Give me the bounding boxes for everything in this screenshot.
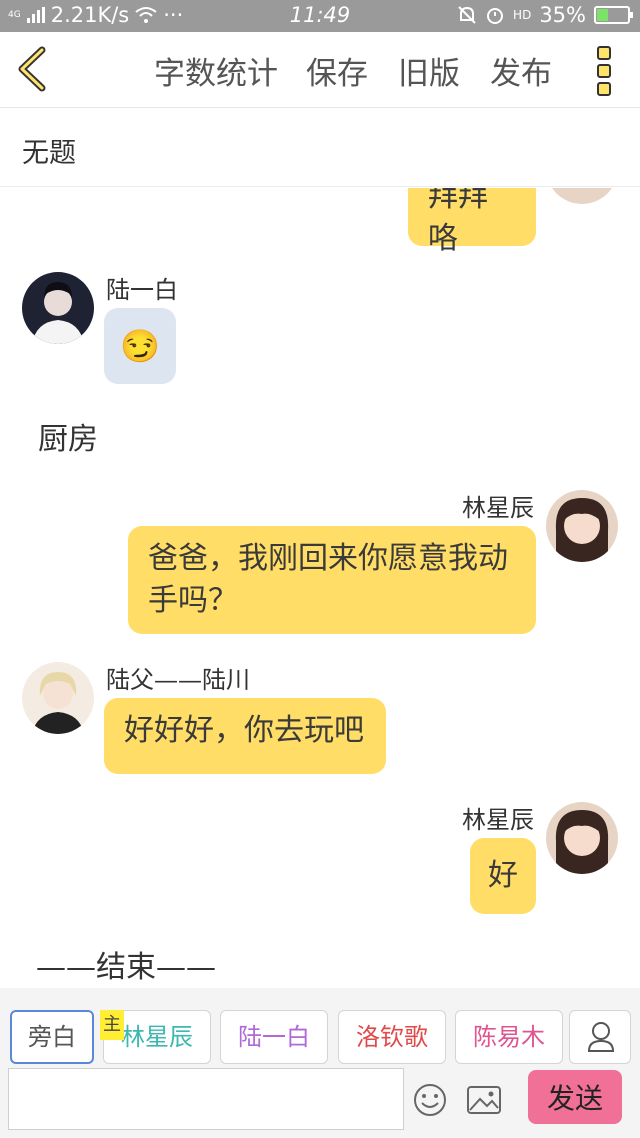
message-bubble[interactable]: 拜拜咯 bbox=[408, 188, 536, 256]
message-bubble[interactable]: 😏 bbox=[104, 308, 176, 384]
status-right: HD 35% bbox=[457, 3, 633, 27]
status-bar: 4G 2.21K/s ··· 11:49 HD 35% bbox=[0, 0, 640, 32]
speaker-name: 陆一白 bbox=[106, 276, 178, 304]
message-input[interactable] bbox=[8, 1068, 404, 1130]
avatar-lin-xingchen[interactable] bbox=[546, 802, 618, 874]
smile-icon bbox=[414, 1084, 446, 1116]
main-character-tag: 主 bbox=[100, 1010, 124, 1040]
message-text: 拜拜咯 bbox=[428, 188, 488, 256]
send-button[interactable]: 发送 bbox=[528, 1070, 622, 1124]
editor-toolbar: 字数统计 保存 旧版 发布 bbox=[0, 32, 640, 108]
mute-icon bbox=[458, 6, 476, 24]
message-bubble[interactable]: 爸爸，我刚回来你愿意我动手吗？ bbox=[128, 526, 536, 634]
user-icon bbox=[587, 1022, 615, 1052]
smirk-emoji-icon: 😏 bbox=[120, 327, 160, 365]
battery-icon bbox=[594, 6, 633, 24]
speaker-name: 陆父——陆川 bbox=[106, 666, 250, 694]
back-button[interactable] bbox=[14, 46, 54, 92]
hd-call-icon: HD bbox=[513, 8, 532, 22]
avatar-lu-chuan[interactable] bbox=[22, 662, 94, 734]
battery-fill bbox=[597, 9, 609, 21]
narration-text[interactable]: 厨房 bbox=[38, 414, 98, 458]
image-button[interactable] bbox=[466, 1084, 502, 1116]
role-narrator-button[interactable]: 旁白 bbox=[10, 1010, 94, 1064]
narration-text[interactable]: ——结束—— bbox=[36, 942, 216, 986]
title-row[interactable]: 无题 bbox=[0, 109, 640, 187]
speaker-name: 林星辰 bbox=[462, 494, 534, 522]
image-icon bbox=[467, 1086, 501, 1114]
role-lu-yibai-button[interactable]: 陆一白 bbox=[220, 1010, 328, 1064]
chat-area[interactable]: 拜拜咯 陆一白 😏 厨房 林星辰 爸爸，我刚回来你愿意我动手吗？ 陆父——陆川 … bbox=[0, 188, 640, 988]
battery-percent: 35% bbox=[539, 3, 586, 27]
message-bubble[interactable]: 好好好，你去玩吧 bbox=[104, 698, 386, 774]
word-count-button[interactable]: 字数统计 bbox=[154, 48, 278, 93]
message-text: 好 bbox=[488, 858, 518, 893]
old-version-button[interactable]: 旧版 bbox=[398, 48, 460, 93]
composer-panel: 旁白 林星辰 主 陆一白 洛钦歌 陈易木 发送 bbox=[0, 988, 640, 1138]
avatar-lu-yibai[interactable] bbox=[22, 272, 94, 344]
role-chen-yimu-button[interactable]: 陈易木 bbox=[455, 1010, 563, 1064]
message-text: 爸爸，我刚回来你愿意我动手吗？ bbox=[148, 541, 508, 618]
alarm-icon bbox=[487, 8, 504, 24]
chevron-left-icon bbox=[18, 46, 46, 92]
message-bubble[interactable]: 好 bbox=[470, 838, 536, 914]
emoji-button[interactable] bbox=[412, 1082, 448, 1118]
add-role-button[interactable] bbox=[569, 1010, 631, 1064]
save-button[interactable]: 保存 bbox=[306, 48, 368, 93]
speaker-name: 林星辰 bbox=[462, 806, 534, 834]
publish-button[interactable]: 发布 bbox=[490, 48, 552, 93]
avatar-lin-xingchen[interactable] bbox=[546, 188, 618, 204]
avatar-lin-xingchen[interactable] bbox=[546, 490, 618, 562]
message-text: 好好好，你去玩吧 bbox=[124, 713, 364, 748]
story-title: 无题 bbox=[22, 138, 76, 169]
more-vertical-icon[interactable] bbox=[594, 46, 614, 96]
role-luo-qinge-button[interactable]: 洛钦歌 bbox=[338, 1010, 446, 1064]
